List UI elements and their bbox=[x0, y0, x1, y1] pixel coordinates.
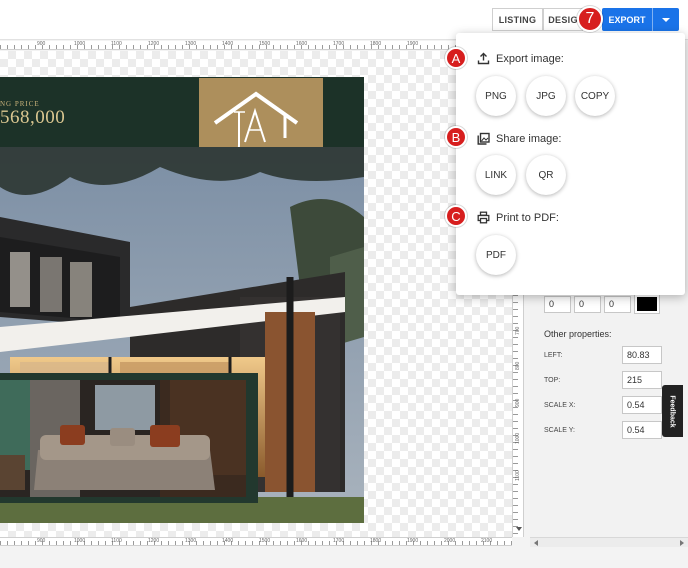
color-g-input[interactable]: 0 bbox=[574, 296, 601, 313]
scroll-down-arrow-icon[interactable] bbox=[516, 527, 522, 531]
left-input[interactable]: 80.83 bbox=[622, 346, 662, 364]
upload-icon bbox=[477, 52, 490, 65]
ruler-label: 1800 bbox=[370, 538, 382, 544]
ruler-label: 1500 bbox=[259, 538, 271, 544]
living-room-image bbox=[0, 380, 246, 497]
ruler-label: 1200 bbox=[148, 41, 160, 47]
color-swatch[interactable] bbox=[634, 294, 660, 314]
top-input[interactable]: 215 bbox=[622, 371, 662, 389]
ruler-label: 1900 bbox=[407, 538, 419, 544]
ruler-label: 1200 bbox=[148, 538, 160, 544]
printer-icon bbox=[477, 211, 490, 224]
horizontal-ruler-bottom: 900 1000 1100 1200 1300 1400 1500 1600 1… bbox=[0, 537, 512, 546]
ruler-label: 900 bbox=[37, 41, 46, 47]
scroll-right-arrow-icon[interactable] bbox=[680, 540, 684, 546]
ruler-label: 1100 bbox=[515, 470, 521, 481]
pdf-button[interactable]: PDF bbox=[476, 235, 516, 275]
horizontal-scrollbar[interactable] bbox=[530, 537, 688, 547]
ruler-label: 1100 bbox=[111, 41, 122, 47]
scroll-left-arrow-icon[interactable] bbox=[534, 540, 538, 546]
jpg-button[interactable]: JPG bbox=[526, 76, 566, 116]
app-root: LISTING DESIG EXPORT 900 1000 1100 1200 … bbox=[0, 0, 688, 568]
export-image-heading: Export image: bbox=[477, 52, 564, 65]
ruler-label: 1100 bbox=[111, 538, 122, 544]
link-button[interactable]: LINK bbox=[476, 155, 516, 195]
export-button[interactable]: EXPORT bbox=[602, 8, 679, 31]
export-dropdown-toggle[interactable] bbox=[653, 8, 679, 31]
color-b-input[interactable]: 0 bbox=[604, 296, 631, 313]
ruler-label: 1600 bbox=[296, 41, 308, 47]
step-7-marker: 7 bbox=[577, 6, 603, 32]
ruler-label: 900 bbox=[515, 398, 521, 407]
step-b-marker: B bbox=[445, 126, 467, 148]
ruler-label: 1300 bbox=[185, 538, 197, 544]
ruler-label: 700 bbox=[515, 326, 521, 335]
feedback-tab[interactable]: Feedback bbox=[662, 385, 683, 437]
scale-x-label: SCALE X: bbox=[544, 402, 576, 409]
print-pdf-title: Print to PDF: bbox=[496, 211, 559, 224]
export-button-label[interactable]: EXPORT bbox=[602, 8, 653, 31]
ruler-label: 1600 bbox=[296, 538, 308, 544]
caret-down-icon bbox=[662, 17, 670, 22]
color-r-input[interactable]: 0 bbox=[544, 296, 571, 313]
scale-x-input[interactable]: 0.54 bbox=[622, 396, 662, 414]
ruler-label: 1000 bbox=[74, 538, 86, 544]
tab-listing[interactable]: LISTING bbox=[492, 8, 543, 31]
qr-button[interactable]: QR bbox=[526, 155, 566, 195]
color-swatch-fill bbox=[637, 297, 657, 311]
ruler-label: 2000 bbox=[444, 538, 456, 544]
feedback-label: Feedback bbox=[669, 394, 677, 428]
scale-y-input[interactable]: 0.54 bbox=[622, 421, 662, 439]
ruler-label: 1300 bbox=[185, 41, 197, 47]
print-pdf-heading: Print to PDF: bbox=[477, 211, 559, 224]
ruler-label: 1800 bbox=[370, 41, 382, 47]
image-library-icon bbox=[477, 132, 490, 145]
left-label: LEFT: bbox=[544, 352, 563, 359]
living-room-photo[interactable] bbox=[0, 380, 246, 497]
share-image-heading: Share image: bbox=[477, 132, 561, 145]
ruler-label: 1700 bbox=[333, 538, 345, 544]
ruler-label: 1900 bbox=[407, 41, 419, 47]
ruler-label: 1000 bbox=[74, 41, 86, 47]
scale-y-label: SCALE Y: bbox=[544, 427, 576, 434]
ruler-label: 800 bbox=[515, 361, 521, 370]
price-value[interactable]: 568,000 bbox=[0, 107, 65, 129]
ruler-label: 1400 bbox=[222, 538, 234, 544]
copy-button[interactable]: COPY bbox=[575, 76, 615, 116]
other-properties-heading: Other properties: bbox=[544, 329, 612, 339]
png-button[interactable]: PNG bbox=[476, 76, 516, 116]
top-label: TOP: bbox=[544, 377, 561, 384]
export-image-title: Export image: bbox=[496, 52, 564, 65]
ruler-label: 900 bbox=[37, 538, 46, 544]
ruler-label: 2100 bbox=[481, 538, 493, 544]
ruler-label: 1400 bbox=[222, 41, 234, 47]
ruler-label: 1700 bbox=[333, 41, 345, 47]
ruler-label: 1500 bbox=[259, 41, 271, 47]
share-image-title: Share image: bbox=[496, 132, 562, 145]
step-a-marker: A bbox=[445, 47, 467, 69]
horizontal-ruler-top: 900 1000 1100 1200 1300 1400 1500 1600 1… bbox=[0, 41, 512, 50]
step-c-marker: C bbox=[445, 205, 467, 227]
footer-strip bbox=[0, 548, 688, 568]
ruler-label: 1000 bbox=[515, 432, 521, 444]
